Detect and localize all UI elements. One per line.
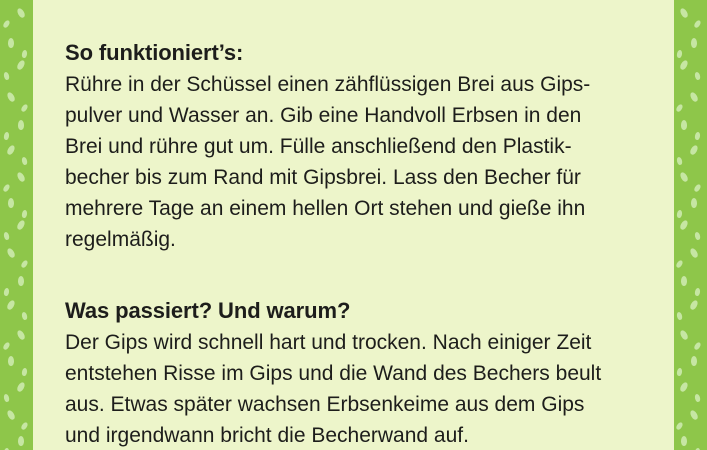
section-title-how-it-works: So funktioniert’s: [65, 40, 244, 65]
decorative-leaf-dot [681, 436, 687, 446]
decorative-leaf-dot [15, 381, 27, 393]
decorative-leaf-dot [688, 144, 700, 156]
decorative-leaf-dot [693, 19, 702, 29]
decorative-leaf-dot [678, 219, 690, 231]
text-line: mehrere Tage an einem hellen Ort stehen … [65, 197, 586, 220]
decorative-leaf-dot [5, 144, 17, 156]
decorative-leaf-dot [20, 103, 29, 113]
decorative-leaf-dot [3, 287, 10, 297]
decorative-leaf-dot [3, 71, 10, 81]
decorative-leaf-dot [2, 19, 11, 29]
decorative-leaf-dot [678, 59, 690, 71]
decorative-leaf-dot [694, 287, 701, 297]
text-line: regelmäßig. [65, 228, 176, 251]
decorative-leaf-dot [688, 299, 700, 311]
decorative-leaf-dot [676, 156, 683, 166]
decorative-leaf-dot [15, 59, 27, 71]
decorative-leaf-dot [676, 367, 683, 377]
decorative-leaf-dot [678, 171, 690, 183]
decorative-leaf-dot [5, 299, 17, 311]
right-decorative-pattern [673, 0, 707, 450]
decorative-leaf-dot [694, 131, 701, 141]
decorative-leaf-dot [18, 120, 24, 130]
text-line: becher bis zum Rand mit Gipsbrei. Lass d… [65, 166, 581, 189]
decorative-leaf-dot [21, 209, 28, 219]
text-line: Der Gips wird schnell hart und trocken. … [65, 331, 592, 354]
decorative-leaf-dot [678, 329, 690, 341]
decorative-leaf-dot [681, 120, 687, 130]
decorative-leaf-dot [5, 247, 17, 259]
decorative-leaf-dot [691, 38, 697, 48]
decorative-leaf-dot [678, 7, 690, 19]
text-line: pulver und Wasser an. Gib eine Handvoll … [65, 104, 582, 127]
decorative-leaf-dot [676, 311, 683, 321]
decorative-leaf-dot [688, 91, 700, 103]
decorative-leaf-dot [21, 311, 28, 321]
decorative-leaf-dot [8, 356, 14, 366]
instruction-panel: So funktioniert’s: Rühre in der Schüssel… [33, 0, 674, 450]
decorative-leaf-dot [676, 49, 683, 59]
section-text-what-happens: Der Gips wird schnell hart und trocken. … [65, 327, 642, 450]
decorative-leaf-dot [15, 329, 27, 341]
decorative-leaf-dot [21, 49, 28, 59]
decorative-leaf-dot [675, 259, 684, 269]
decorative-leaf-dot [693, 341, 702, 351]
section-title-what-happens: Was passiert? Und warum? [65, 298, 351, 323]
text-line: aus. Etwas später wachsen Erbsenkeime au… [65, 393, 585, 416]
text-line: Rühre in der Schüssel einen zähflüssigen… [65, 73, 591, 96]
decorative-leaf-dot [694, 393, 701, 403]
decorative-leaf-dot [8, 198, 14, 208]
decorative-leaf-dot [2, 341, 11, 351]
decorative-leaf-dot [3, 393, 10, 403]
decorative-leaf-dot [693, 183, 702, 193]
decorative-leaf-dot [3, 131, 10, 141]
text-line: Brei und rühre gut um. Fülle anschließen… [65, 135, 572, 158]
decorative-leaf-dot [21, 367, 28, 377]
decorative-leaf-dot [688, 409, 700, 421]
decorative-leaf-dot [18, 276, 24, 286]
decorative-leaf-dot [3, 231, 10, 241]
decorative-leaf-dot [18, 436, 24, 446]
decorative-leaf-dot [694, 231, 701, 241]
decorative-leaf-dot [15, 219, 27, 231]
decorative-leaf-dot [5, 91, 17, 103]
decorative-leaf-dot [20, 259, 29, 269]
text-line: entstehen Risse im Gips und die Wand des… [65, 362, 602, 385]
decorative-leaf-dot [15, 171, 27, 183]
section-text-how-it-works: Rühre in der Schüssel einen zähflüssigen… [65, 69, 642, 255]
decorative-leaf-dot [694, 71, 701, 81]
decorative-leaf-dot [675, 421, 684, 431]
decorative-leaf-dot [676, 209, 683, 219]
decorative-leaf-dot [688, 247, 700, 259]
decorative-leaf-dot [678, 381, 690, 393]
page-background: So funktioniert’s: Rühre in der Schüssel… [0, 0, 707, 450]
text-line: und irgendwann bricht die Becherwand auf… [65, 424, 469, 447]
decorative-leaf-dot [15, 7, 27, 19]
decorative-leaf-dot [2, 183, 11, 193]
decorative-leaf-dot [681, 276, 687, 286]
decorative-leaf-dot [675, 103, 684, 113]
decorative-leaf-dot [8, 38, 14, 48]
decorative-leaf-dot [21, 156, 28, 166]
decorative-leaf-dot [20, 421, 29, 431]
decorative-leaf-dot [691, 356, 697, 366]
left-decorative-pattern [0, 0, 34, 450]
decorative-leaf-dot [5, 409, 17, 421]
decorative-leaf-dot [691, 198, 697, 208]
